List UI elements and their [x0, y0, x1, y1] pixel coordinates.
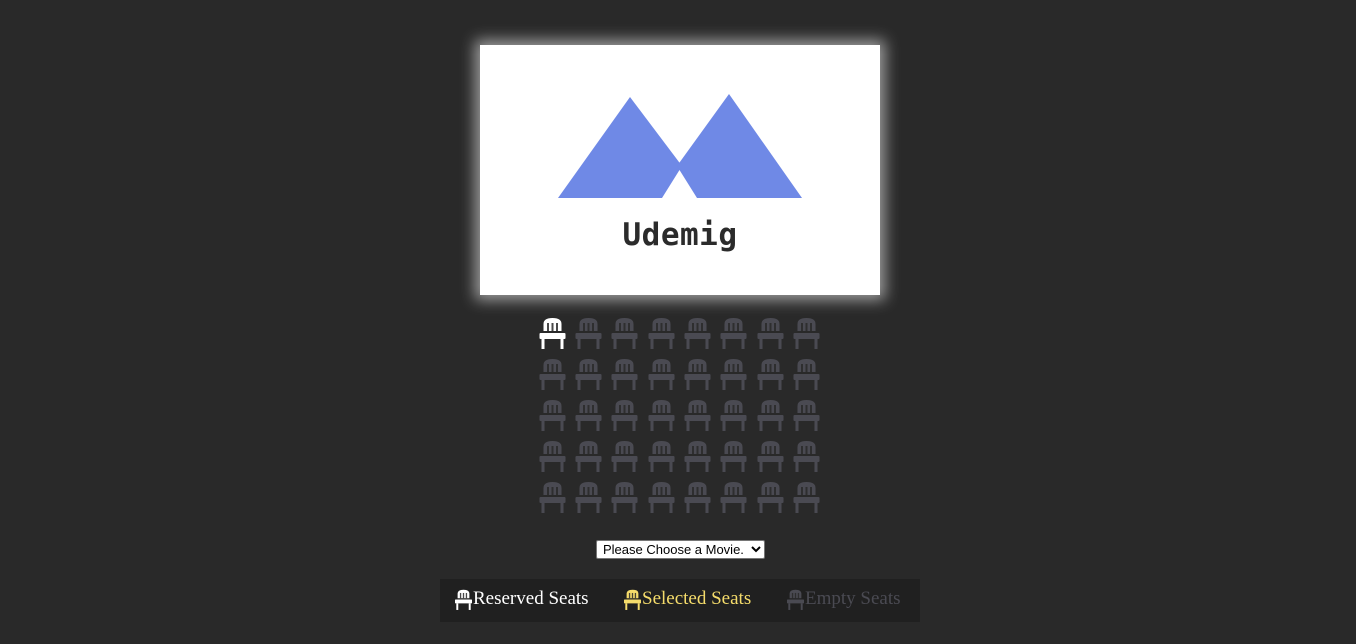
legend-selected: Selected Seats: [624, 588, 751, 610]
chair-icon: [787, 589, 805, 610]
legend-reserved: Reserved Seats: [455, 588, 589, 610]
seat-empty[interactable]: [680, 317, 716, 358]
seat-empty[interactable]: [680, 481, 716, 522]
seat-grid: [534, 317, 826, 522]
chair-icon: [684, 481, 711, 513]
seat-legend: Reserved Seats Selected Seats Empty Seat…: [440, 579, 920, 622]
chair-icon: [793, 440, 820, 472]
legend-reserved-label: Reserved Seats: [473, 588, 589, 609]
seat-empty[interactable]: [752, 399, 788, 440]
legend-empty-label: Empty Seats: [805, 588, 901, 609]
chair-icon: [611, 440, 638, 472]
chair-icon: [648, 481, 675, 513]
seat-empty[interactable]: [570, 481, 606, 522]
chair-icon: [575, 358, 602, 390]
chair-icon: [611, 358, 638, 390]
chair-icon: [684, 317, 711, 349]
chair-icon: [793, 481, 820, 513]
seat-empty[interactable]: [643, 481, 679, 522]
seat-empty[interactable]: [643, 317, 679, 358]
seat-empty[interactable]: [752, 481, 788, 522]
chair-icon: [648, 317, 675, 349]
chair-icon: [611, 399, 638, 431]
chair-icon: [720, 481, 747, 513]
chair-icon: [539, 440, 566, 472]
seat-empty[interactable]: [643, 358, 679, 399]
chair-icon: [575, 399, 602, 431]
chair-icon: [611, 317, 638, 349]
seat-empty[interactable]: [534, 440, 570, 481]
seat-empty[interactable]: [752, 358, 788, 399]
chair-icon: [648, 440, 675, 472]
seat-empty[interactable]: [607, 317, 643, 358]
chair-icon: [720, 399, 747, 431]
seat-reserved: [534, 317, 570, 358]
seat-empty[interactable]: [534, 481, 570, 522]
seat-empty[interactable]: [607, 399, 643, 440]
poster-brand-text: Udemig: [622, 217, 738, 253]
chair-icon: [757, 440, 784, 472]
chair-icon: [575, 481, 602, 513]
legend-empty: Empty Seats: [787, 588, 901, 610]
seat-empty[interactable]: [643, 440, 679, 481]
seat-empty[interactable]: [607, 358, 643, 399]
seat-empty[interactable]: [570, 399, 606, 440]
udemig-logo-icon: [558, 94, 802, 198]
seat-empty[interactable]: [752, 317, 788, 358]
seat-empty[interactable]: [789, 399, 825, 440]
chair-icon: [793, 317, 820, 349]
seat-empty[interactable]: [789, 440, 825, 481]
chair-icon: [793, 399, 820, 431]
seat-empty[interactable]: [716, 440, 752, 481]
seat-empty[interactable]: [716, 358, 752, 399]
seat-empty[interactable]: [607, 481, 643, 522]
seat-empty[interactable]: [607, 440, 643, 481]
chair-icon: [793, 358, 820, 390]
movie-select[interactable]: Please Choose a Movie.: [596, 540, 765, 559]
movie-poster: Udemig: [480, 45, 880, 295]
legend-selected-label: Selected Seats: [642, 588, 752, 609]
seat-empty[interactable]: [643, 399, 679, 440]
seat-empty[interactable]: [789, 358, 825, 399]
chair-icon: [648, 358, 675, 390]
chair-icon: [684, 399, 711, 431]
seat-empty[interactable]: [789, 317, 825, 358]
chair-icon: [539, 317, 566, 349]
seat-empty[interactable]: [680, 358, 716, 399]
chair-icon: [539, 481, 566, 513]
seat-empty[interactable]: [716, 399, 752, 440]
movie-select-wrapper: Please Choose a Movie.: [596, 540, 765, 559]
seat-empty[interactable]: [680, 440, 716, 481]
chair-icon: [455, 589, 473, 610]
chair-icon: [684, 440, 711, 472]
chair-icon: [720, 358, 747, 390]
chair-icon: [720, 317, 747, 349]
chair-icon: [648, 399, 675, 431]
chair-icon: [575, 317, 602, 349]
chair-icon: [684, 358, 711, 390]
seat-empty[interactable]: [570, 317, 606, 358]
seat-empty[interactable]: [534, 399, 570, 440]
chair-icon: [757, 317, 784, 349]
seat-empty[interactable]: [716, 481, 752, 522]
chair-icon: [720, 440, 747, 472]
seat-empty[interactable]: [789, 481, 825, 522]
seat-empty[interactable]: [680, 399, 716, 440]
seat-empty[interactable]: [716, 317, 752, 358]
seat-empty[interactable]: [570, 440, 606, 481]
chair-icon: [624, 589, 642, 610]
chair-icon: [575, 440, 602, 472]
chair-icon: [757, 481, 784, 513]
chair-icon: [757, 399, 784, 431]
seat-empty[interactable]: [752, 440, 788, 481]
seat-empty[interactable]: [534, 358, 570, 399]
chair-icon: [539, 358, 566, 390]
seat-empty[interactable]: [570, 358, 606, 399]
chair-icon: [539, 399, 566, 431]
chair-icon: [611, 481, 638, 513]
chair-icon: [757, 358, 784, 390]
